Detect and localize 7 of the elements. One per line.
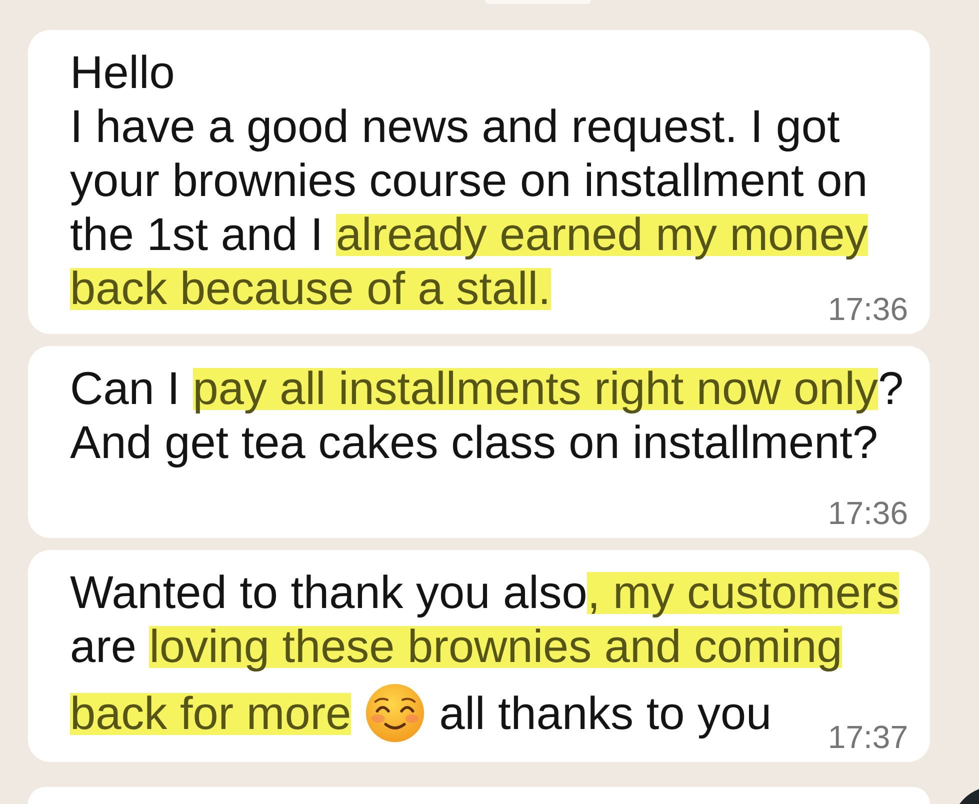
message-time: 17:36 (828, 292, 908, 326)
floating-button[interactable] (959, 786, 979, 804)
message-time: 17:36 (828, 496, 908, 530)
message-text: Can I pay all installments right now only? And get tea cakes class on installment? (70, 361, 905, 469)
message-time: 17:37 (828, 720, 908, 754)
message-text: all thanks to you (439, 687, 772, 739)
smiling-face-icon (365, 683, 426, 743)
